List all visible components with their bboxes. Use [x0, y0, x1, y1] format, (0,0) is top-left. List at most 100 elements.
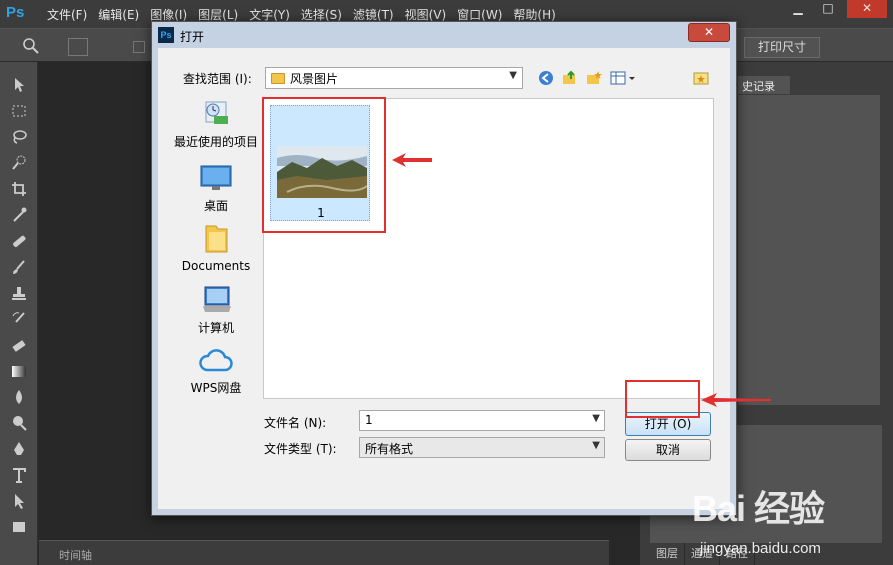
history-brush-icon — [12, 312, 25, 323]
shape-tool[interactable] — [0, 514, 38, 540]
crop-tool[interactable] — [0, 176, 38, 202]
cloud-icon — [199, 349, 233, 372]
dialog-title: 打开 — [180, 30, 205, 44]
look-in-dropdown[interactable]: 风景图片 ▼ — [265, 67, 523, 89]
crop-icon — [12, 182, 26, 196]
quick-select-tool[interactable] — [0, 150, 38, 176]
place-label: Documents — [181, 259, 251, 273]
gradient-tool[interactable] — [0, 358, 38, 384]
pen-icon — [14, 442, 24, 455]
folder-icon — [271, 72, 285, 84]
file-type-value: 所有格式 — [365, 442, 414, 456]
file-highlight-annotation — [262, 97, 386, 233]
look-in-label: 查找范围 (I): — [183, 72, 252, 86]
chevron-down-icon[interactable]: ▼ — [592, 413, 600, 424]
place-label: 计算机 — [197, 321, 234, 335]
menu-edit[interactable]: 编辑(E) — [95, 0, 147, 28]
file-type-select[interactable]: 所有格式 ▼ — [359, 437, 605, 458]
type-tool[interactable] — [0, 462, 38, 488]
dodge-tool[interactable] — [0, 410, 38, 436]
cancel-button[interactable]: 取消 — [625, 439, 711, 461]
timeline-label[interactable]: 时间轴 — [59, 547, 92, 563]
place-recent-items[interactable]: 最近使用的项目 — [173, 98, 259, 150]
close-window-button[interactable]: ✕ — [847, 0, 887, 18]
stamp-tool[interactable] — [0, 280, 38, 306]
menu-file[interactable]: 文件(F) — [44, 0, 95, 28]
back-arrow-icon — [539, 71, 553, 85]
arrow-icon — [15, 494, 24, 509]
resize-windows-checkbox[interactable] — [133, 41, 145, 53]
up-folder-icon — [563, 70, 575, 84]
marquee-icon — [12, 105, 26, 117]
minimize-button[interactable]: ▁ — [783, 0, 813, 18]
dialog-titlebar[interactable]: Ps 打开 ✕ — [152, 22, 736, 48]
eraser-tool[interactable] — [0, 332, 38, 358]
quick-select-icon — [12, 155, 26, 170]
type-icon — [13, 468, 26, 483]
marquee-tool[interactable] — [0, 98, 38, 124]
move-icon — [15, 78, 24, 92]
lasso-icon — [13, 130, 27, 144]
timeline-bar: 时间轴 — [39, 540, 609, 565]
pen-tool[interactable] — [0, 436, 38, 462]
favorite-folder-button[interactable] — [692, 69, 710, 87]
recent-items-icon — [205, 101, 228, 124]
documents-folder-icon — [205, 225, 228, 253]
open-button-highlight-annotation — [625, 380, 700, 418]
chevron-down-icon: ▼ — [592, 440, 600, 451]
tools-panel — [0, 62, 38, 565]
place-desktop[interactable]: 桌面 — [173, 162, 259, 214]
path-select-tool[interactable] — [0, 488, 38, 514]
bandage-icon — [13, 235, 26, 247]
zoom-in-option[interactable] — [68, 38, 88, 56]
dodge-icon — [13, 416, 27, 431]
up-folder-button[interactable] — [561, 69, 579, 87]
file-type-label: 文件类型 (T): — [264, 442, 337, 456]
history-brush-tool[interactable] — [0, 306, 38, 332]
look-in-value: 风景图片 — [290, 71, 339, 86]
tab-layers[interactable]: 图层 — [650, 543, 685, 565]
places-sidebar: 最近使用的项目 桌面 Documents 计算机 WPS网盘 — [173, 98, 259, 476]
dialog-body: 查找范围 (I): 风景图片 ▼ 最近使用的项目 桌面 Documents 计算… — [159, 48, 729, 509]
baidu-jingyan-watermark: Bai 经验 jingyan.baidu.com — [690, 478, 890, 563]
watermark-site: jingyan.baidu.com — [700, 540, 821, 557]
back-button[interactable] — [537, 69, 555, 87]
place-label: 桌面 — [203, 199, 228, 213]
new-folder-button[interactable] — [585, 69, 603, 87]
eyedropper-icon — [13, 207, 27, 222]
place-computer[interactable]: 计算机 — [173, 284, 259, 336]
move-tool[interactable] — [0, 72, 38, 98]
brush-tool[interactable] — [0, 254, 38, 280]
view-menu-button[interactable] — [609, 69, 637, 87]
tab-history[interactable]: 史记录 — [738, 76, 790, 94]
watermark-logo: Bai 经验 — [692, 488, 825, 529]
file-name-value: 1 — [365, 413, 373, 427]
zoom-out-option[interactable] — [92, 38, 112, 56]
history-panel — [738, 95, 880, 405]
close-button[interactable]: ✕ — [688, 23, 730, 42]
annotation-arrow-icon — [701, 393, 771, 407]
eyedropper-tool[interactable] — [0, 202, 38, 228]
zoom-tool-icon[interactable] — [22, 37, 40, 55]
maximize-button[interactable]: □ — [813, 0, 843, 18]
file-name-input[interactable]: 1 ▼ — [359, 410, 605, 431]
star-folder-icon — [693, 72, 709, 85]
place-wps-cloud[interactable]: WPS网盘 — [173, 346, 259, 396]
photoshop-icon: Ps — [158, 27, 174, 43]
print-size-button[interactable]: 打印尺寸 — [744, 37, 820, 58]
blur-tool[interactable] — [0, 384, 38, 410]
desktop-icon — [200, 165, 232, 190]
place-label: WPS网盘 — [190, 381, 242, 395]
chevron-down-icon: ▼ — [509, 70, 517, 81]
eraser-icon — [12, 340, 26, 352]
new-folder-icon — [587, 71, 602, 84]
lasso-tool[interactable] — [0, 124, 38, 150]
brush-icon — [13, 260, 25, 274]
rectangle-icon — [13, 522, 25, 532]
healing-tool[interactable] — [0, 228, 38, 254]
place-documents[interactable]: Documents — [173, 222, 259, 273]
photoshop-logo: Ps — [6, 4, 25, 21]
view-grid-icon — [610, 71, 635, 85]
computer-icon — [203, 286, 231, 312]
open-dialog: Ps 打开 ✕ 查找范围 (I): 风景图片 ▼ 最近使用的项目 桌面 Docu… — [151, 21, 737, 516]
